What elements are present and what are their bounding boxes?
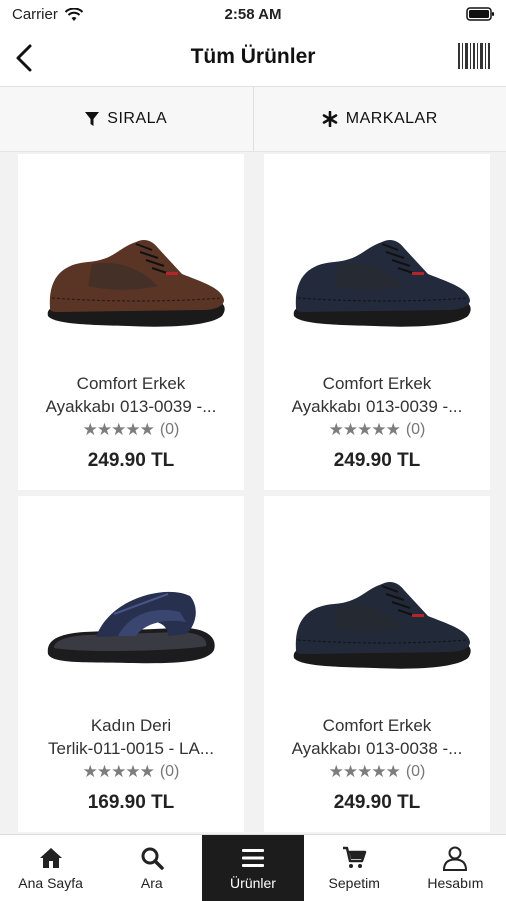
menu-icon: [240, 845, 266, 871]
user-icon: [442, 845, 468, 871]
product-name: Comfort Erkek Ayakkabı 013-0038 -...: [272, 714, 482, 760]
star-rating-icon: ★★★★★: [83, 762, 154, 782]
tab-bar: Ana Sayfa Ara Ürünler Sepetim Hesabım: [0, 834, 506, 901]
asterisk-icon: [322, 111, 338, 127]
product-rating: ★★★★★ (0): [264, 420, 490, 440]
product-image: [18, 194, 244, 374]
product-rating: ★★★★★ (0): [18, 762, 244, 782]
product-name-line1: Comfort Erkek: [272, 714, 482, 737]
tab-label: Ürünler: [230, 875, 276, 891]
product-name: Comfort Erkek Ayakkabı 013-0039 -...: [272, 372, 482, 418]
product-name-line2: Ayakkabı 013-0038 -...: [272, 737, 482, 760]
star-rating-icon: ★★★★★: [329, 420, 400, 440]
tab-cart[interactable]: Sepetim: [304, 835, 405, 901]
product-price: 249.90 TL: [18, 450, 244, 472]
product-name-line1: Comfort Erkek: [26, 372, 236, 395]
product-card[interactable]: Comfort Erkek Ayakkabı 013-0038 -... ★★★…: [264, 496, 490, 832]
product-name-line2: Terlik-011-0015 - LA...: [26, 737, 236, 760]
product-card[interactable]: Comfort Erkek Ayakkabı 013-0039 -... ★★★…: [264, 154, 490, 490]
status-time: 2:58 AM: [0, 6, 506, 23]
product-rating: ★★★★★ (0): [264, 762, 490, 782]
product-name-line2: Ayakkabı 013-0039 -...: [26, 395, 236, 418]
cart-icon: [341, 845, 367, 871]
tab-label: Ana Sayfa: [18, 875, 83, 891]
sort-button[interactable]: SIRALA: [0, 87, 253, 151]
tab-home[interactable]: Ana Sayfa: [0, 835, 101, 901]
search-icon: [139, 845, 165, 871]
product-price: 249.90 TL: [264, 792, 490, 814]
product-image: [18, 536, 244, 716]
star-rating-icon: ★★★★★: [83, 420, 154, 440]
navigation-bar: Tüm Ürünler: [0, 30, 506, 87]
rating-count: (0): [160, 421, 180, 439]
product-rating: ★★★★★ (0): [18, 420, 244, 440]
product-image: [264, 536, 490, 716]
product-name-line1: Comfort Erkek: [272, 372, 482, 395]
brands-label: MARKALAR: [346, 110, 438, 128]
page-title: Tüm Ürünler: [0, 45, 506, 69]
product-grid: Comfort Erkek Ayakkabı 013-0039 -... ★★★…: [0, 152, 506, 834]
product-name-line2: Ayakkabı 013-0039 -...: [272, 395, 482, 418]
brands-button[interactable]: MARKALAR: [253, 87, 506, 151]
filter-funnel-icon: [85, 111, 99, 127]
tab-products[interactable]: Ürünler: [202, 835, 303, 901]
product-card[interactable]: Kadın Deri Terlik-011-0015 - LA... ★★★★★…: [18, 496, 244, 832]
product-card[interactable]: Comfort Erkek Ayakkabı 013-0039 -... ★★★…: [18, 154, 244, 490]
barcode-icon[interactable]: [458, 43, 490, 69]
product-name: Comfort Erkek Ayakkabı 013-0039 -...: [26, 372, 236, 418]
product-name-line1: Kadın Deri: [26, 714, 236, 737]
battery-icon: [466, 6, 496, 22]
tab-label: Sepetim: [329, 875, 380, 891]
star-rating-icon: ★★★★★: [329, 762, 400, 782]
status-bar: Carrier 2:58 AM: [0, 0, 506, 30]
rating-count: (0): [406, 421, 426, 439]
home-icon: [38, 845, 64, 871]
tab-label: Ara: [141, 875, 163, 891]
filter-bar: SIRALA MARKALAR: [0, 87, 506, 152]
product-name: Kadın Deri Terlik-011-0015 - LA...: [26, 714, 236, 760]
sort-label: SIRALA: [107, 110, 167, 128]
rating-count: (0): [160, 763, 180, 781]
tab-label: Hesabım: [427, 875, 483, 891]
product-image: [264, 194, 490, 374]
rating-count: (0): [406, 763, 426, 781]
product-price: 249.90 TL: [264, 450, 490, 472]
tab-search[interactable]: Ara: [101, 835, 202, 901]
tab-account[interactable]: Hesabım: [405, 835, 506, 901]
product-price: 169.90 TL: [18, 792, 244, 814]
